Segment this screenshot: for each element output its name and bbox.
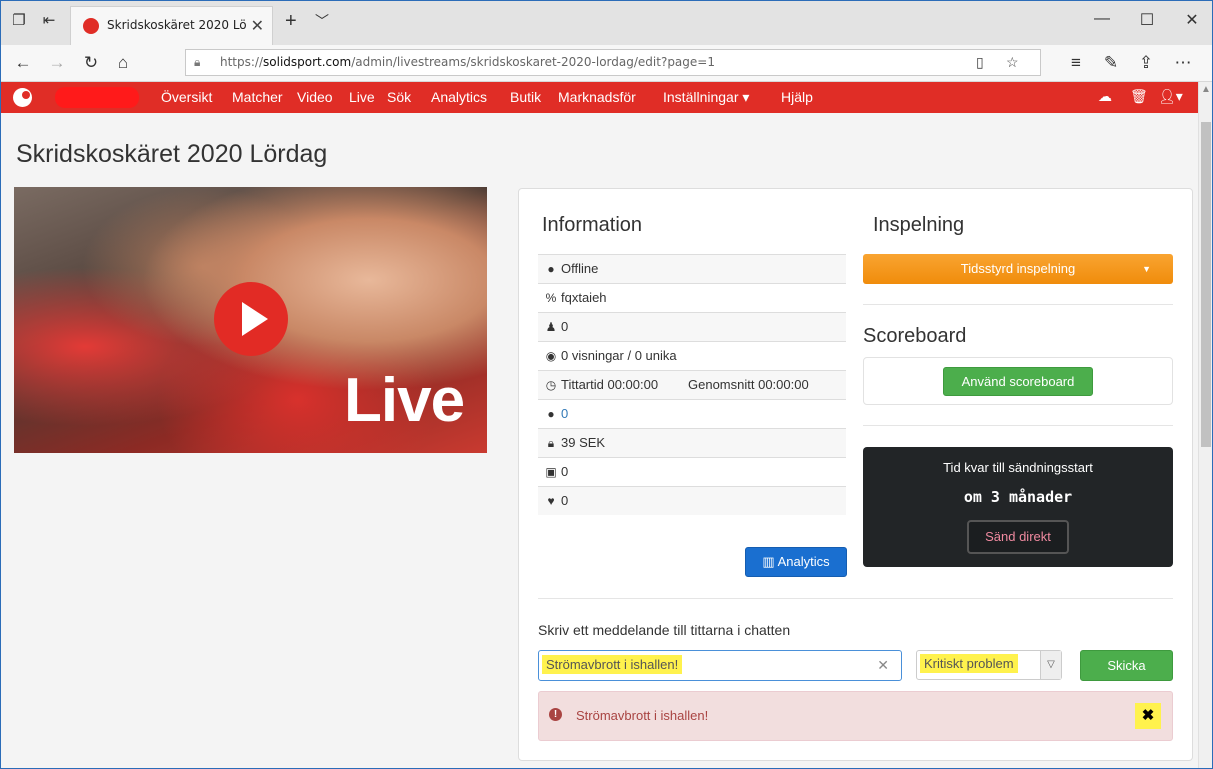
tickets-row: ▣ 0 (538, 457, 846, 486)
divider (863, 425, 1173, 426)
pen-icon[interactable]: ✎ (1100, 53, 1122, 73)
watch-time-row: ◷ Tittartid 00:00:00 Genomsnitt 00:00:00 (538, 370, 846, 399)
status-dot-icon: ● (547, 262, 555, 276)
lock-icon: 🔒︎ (547, 436, 555, 450)
countdown-box: Tid kvar till sändningsstart om 3 månade… (863, 447, 1173, 567)
price-row: 🔒︎ 39 SEK (538, 428, 846, 457)
favorite-star-icon[interactable]: ☆ (1006, 54, 1019, 71)
new-tab-icon[interactable]: + (285, 10, 297, 33)
lock-icon[interactable]: 🔒︎ (194, 55, 200, 70)
browser-tab-active[interactable]: Skridskoskäret 2020 Lör ✕ (70, 6, 273, 45)
livestream-thumbnail[interactable]: Live (14, 187, 487, 453)
favorites-list-icon[interactable]: ≡ (1065, 53, 1087, 73)
close-tab-icon[interactable]: ✕ (251, 16, 264, 36)
go-live-button[interactable]: Sänd direkt (967, 520, 1069, 554)
views-row: ◉ 0 visningar / 0 unika (538, 341, 846, 370)
divider (538, 598, 1173, 599)
forward-icon[interactable]: → (46, 53, 68, 73)
site-favicon-icon (83, 18, 99, 34)
stream-key-row: % fqxtaieh (538, 283, 846, 312)
bar-chart-icon: ▥ (762, 554, 778, 569)
home-icon[interactable]: ⌂ (112, 53, 134, 73)
eye-icon: ◉ (545, 349, 557, 363)
chat-alert: ! Strömavbrott i ishallen! ✖ (538, 691, 1173, 741)
nav-item-butik[interactable]: Butik (510, 89, 541, 105)
countdown-value: om 3 månader (963, 488, 1073, 506)
nav-item-video[interactable]: Video (297, 89, 333, 105)
users-row: ♟ 0 (538, 312, 846, 341)
play-icon[interactable] (214, 282, 288, 356)
nav-item-marknadsfor[interactable]: Marknadsför (558, 89, 636, 105)
scheduled-recording-dropdown[interactable]: Tidsstyrd inspelning ▼ (863, 254, 1173, 284)
back-icon[interactable]: ← (12, 53, 34, 73)
close-alert-icon[interactable]: ✖ (1135, 703, 1161, 729)
scroll-up-icon[interactable]: ▲ (1201, 84, 1211, 95)
scoreboard-heading: Scoreboard (863, 325, 967, 347)
nav-item-sok[interactable]: Sök (387, 89, 411, 105)
nav-item-live[interactable]: Live (349, 89, 375, 105)
likes-row: ♥ 0 (538, 486, 846, 515)
share-icon[interactable]: ⇪ (1135, 53, 1157, 73)
maximize-icon[interactable]: ☐ (1137, 10, 1157, 30)
scroll-thumb[interactable] (1201, 122, 1211, 447)
severity-value: Kritiskt problem (920, 654, 1018, 673)
url-field[interactable]: 🔒︎ https://solidsport.com/admin/livestre… (185, 49, 1041, 76)
cloud-upload-icon[interactable]: ☁ (1098, 88, 1112, 105)
reading-view-icon[interactable]: ▯ (976, 54, 984, 71)
alert-text: Strömavbrott i ishallen! (576, 708, 709, 723)
nav-item-hjalp[interactable]: Hjälp (781, 89, 813, 105)
minimize-icon[interactable]: — (1092, 10, 1112, 28)
nav-item-analytics[interactable]: Analytics (431, 89, 487, 105)
comment-icon: ● (547, 407, 555, 421)
chat-label: Skriv ett meddelande till tittarna i cha… (538, 622, 791, 638)
url-text: https://solidsport.com/admin/livestreams… (220, 55, 715, 69)
exclamation-icon: ! (549, 708, 562, 721)
use-scoreboard-button[interactable]: Använd scoreboard (943, 367, 1093, 396)
user-menu-icon[interactable]: 👤︎▾ (1158, 88, 1183, 105)
solidsport-logo-icon[interactable] (13, 88, 32, 107)
status-row: ● Offline (538, 254, 846, 283)
trash-icon[interactable]: 🗑︎ (1130, 88, 1148, 105)
nav-item-oversikt[interactable]: Översikt (161, 89, 212, 105)
nav-item-installningar[interactable]: Inställningar ▾ (663, 89, 749, 106)
refresh-icon[interactable]: ↻ (80, 53, 102, 73)
comments-row: ● 0 (538, 399, 846, 428)
caret-down-icon: ▼ (1142, 264, 1151, 274)
send-chat-button[interactable]: Skicka (1080, 650, 1173, 681)
divider (863, 304, 1173, 305)
clock-icon: ◷ (545, 378, 557, 392)
severity-select[interactable]: Kritiskt problem ▽ (916, 650, 1062, 680)
nav-item-matcher[interactable]: Matcher (232, 89, 283, 105)
analytics-button[interactable]: ▥ Analytics (745, 547, 847, 577)
chevron-down-icon[interactable]: ▽ (1040, 651, 1061, 679)
more-icon[interactable]: ⋯ (1172, 53, 1194, 73)
clear-input-icon[interactable]: ✕ (877, 657, 889, 674)
information-list: ● Offline % fqxtaieh ♟ 0 ◉ 0 visningar / 0 u… (538, 254, 846, 515)
page-scrollbar[interactable]: ▲ (1198, 82, 1213, 769)
browser-tab-bar: ❐ ⇤ Skridskoskäret 2020 Lör ✕ + ﹀ — ☐ ✕ (0, 0, 1213, 45)
close-window-icon[interactable]: ✕ (1182, 10, 1202, 30)
user-icon: ♟ (545, 320, 557, 334)
set-aside-tabs-icon[interactable]: ⇤ (40, 12, 58, 30)
information-heading: Information (542, 214, 643, 236)
recording-heading: Inspelning (873, 214, 965, 236)
key-icon: % (545, 291, 557, 305)
chat-input-value: Strömavbrott i ishallen! (542, 655, 683, 674)
page-title: Skridskoskäret 2020 Lördag (16, 140, 328, 168)
money-icon: ▣ (545, 465, 557, 479)
heart-icon: ♥ (547, 494, 555, 508)
tab-list-chevron-down-icon[interactable]: ﹀ (315, 11, 329, 31)
redacted-area (55, 87, 139, 108)
address-bar: ← → ↻ ⌂ 🔒︎ https://solidsport.com/admin/… (0, 45, 1213, 82)
tab-actions-icon[interactable]: ❐ (10, 12, 28, 30)
countdown-label: Tid kvar till sändningsstart (943, 460, 1093, 475)
live-label: Live (344, 366, 465, 435)
site-navbar: Översikt Matcher Video Live Sök Analytic… (0, 82, 1198, 113)
tab-title: Skridskoskäret 2020 Lör (107, 18, 247, 32)
chat-message-input[interactable]: Strömavbrott i ishallen! ✕ (538, 650, 902, 681)
